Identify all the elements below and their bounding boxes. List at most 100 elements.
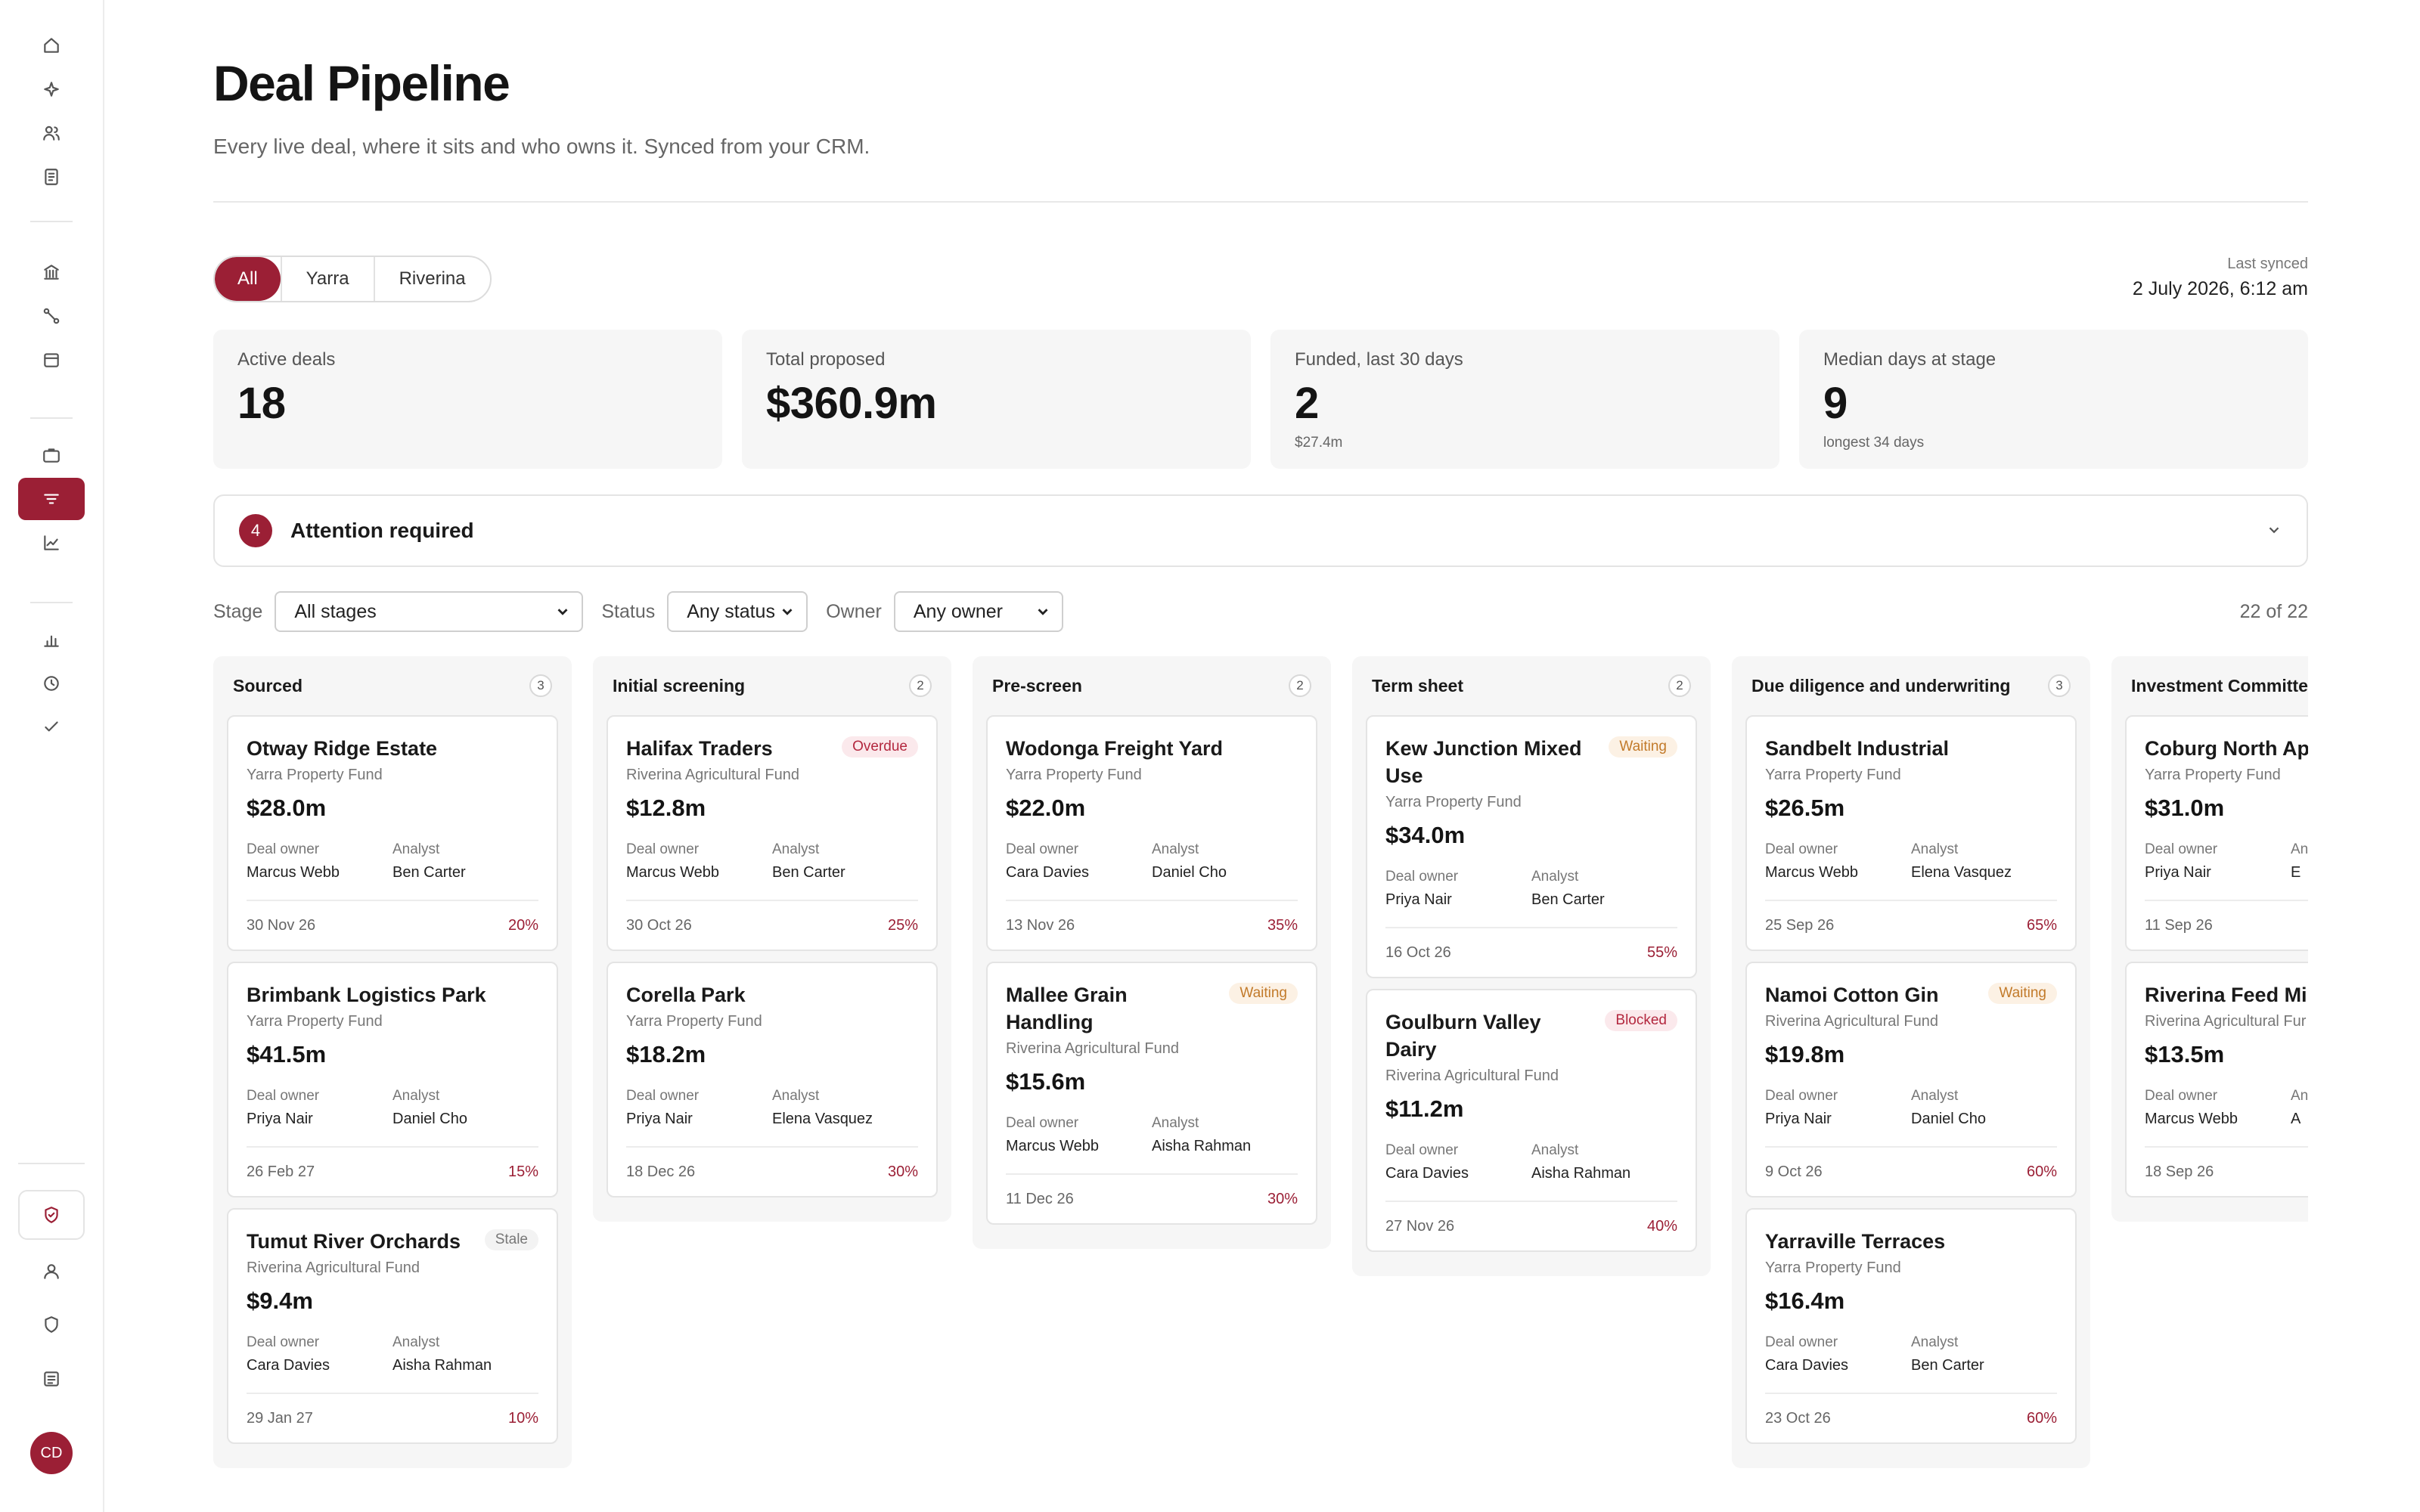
kpi-funded-30-days: Funded, last 30 days 2 $27.4m	[1270, 330, 1779, 469]
line-chart-icon[interactable]	[18, 522, 85, 564]
deal-owner-label: Deal owner	[1385, 869, 1459, 885]
kpi-value: 9	[1823, 379, 1848, 428]
home-icon[interactable]	[18, 24, 85, 67]
deal-owner-label: Deal owner	[1765, 841, 1838, 857]
analyst-label: Analyst	[2291, 1088, 2308, 1104]
user-icon[interactable]	[18, 1250, 85, 1293]
card-header: Otway Ridge Estate	[247, 735, 538, 762]
analyst: Analyst E	[2291, 841, 2308, 881]
fund-name: Yarra Property Fund	[247, 1013, 383, 1030]
card-people: Deal owner Marcus Webb Analyst Aisha Rah…	[1006, 1115, 1298, 1155]
briefcase-icon[interactable]	[18, 434, 85, 476]
close-date: 11 Dec 26	[1006, 1190, 1074, 1207]
sparkle-icon[interactable]	[18, 68, 85, 110]
card-footer: 16 Oct 26 55%	[1385, 927, 1677, 977]
analyst-label: Analyst	[1911, 1334, 1959, 1350]
card-footer: 26 Feb 27 15%	[247, 1146, 538, 1196]
card-people: Deal owner Cara Davies Analyst Aisha Rah…	[1385, 1142, 1677, 1182]
owner-filter-label: Owner	[826, 600, 882, 622]
deal-card[interactable]: Yarraville Terraces Yarra Property Fund …	[1745, 1208, 2077, 1444]
chevron-down-icon	[1038, 609, 1048, 615]
deal-owner-name: Priya Nair	[1765, 1111, 1832, 1127]
stage-select[interactable]: All stages	[275, 591, 584, 632]
analyst-label: Analyst	[772, 841, 820, 857]
attention-required-panel[interactable]: 4 Attention required	[213, 494, 2308, 567]
deal-card[interactable]: Corella Park Yarra Property Fund $18.2m …	[607, 962, 938, 1198]
deal-owner-name: Priya Nair	[1385, 891, 1452, 908]
deal-owner: Deal owner Marcus Webb	[1006, 1115, 1152, 1155]
deal-name: Goulburn Valley Dairy	[1385, 1011, 1541, 1061]
deal-card[interactable]: Coburg North Apa Yarra Property Fund $31…	[2125, 715, 2308, 951]
analyst-name: Ben Carter	[1911, 1357, 1984, 1374]
fund-name: Riverina Agricultural Fund	[626, 767, 799, 783]
card-footer: 27 Nov 26 40%	[1385, 1201, 1677, 1250]
deal-card[interactable]: Mallee Grain Handling Waiting Riverina A…	[986, 962, 1317, 1225]
deal-card[interactable]: Otway Ridge Estate Yarra Property Fund $…	[227, 715, 558, 951]
analyst-name: A	[2291, 1111, 2301, 1127]
check-icon[interactable]	[18, 706, 85, 748]
probability: 40%	[1646, 1217, 1677, 1235]
avatar[interactable]: CD	[30, 1432, 73, 1474]
column-title: Sourced	[233, 675, 303, 696]
status-select[interactable]: Any status	[667, 591, 808, 632]
column-header: Initial screening 2	[607, 656, 938, 715]
sidebar-divider	[30, 417, 73, 419]
column-header: Investment Committe	[2125, 656, 2308, 715]
document-icon[interactable]	[18, 156, 85, 198]
stage-select-value: All stages	[294, 600, 377, 622]
deal-owner-name: Priya Nair	[2145, 864, 2211, 881]
deal-card[interactable]: Halifax Traders Overdue Riverina Agricul…	[607, 715, 938, 951]
clock-icon[interactable]	[18, 662, 85, 705]
status-select-value: Any status	[687, 600, 775, 622]
deal-card[interactable]: Goulburn Valley Dairy Blocked Riverina A…	[1366, 989, 1697, 1252]
pipeline-column: Investment Committe Coburg North Apa Yar…	[2111, 656, 2308, 1222]
users-icon[interactable]	[18, 112, 85, 154]
card-header: Yarraville Terraces	[1765, 1228, 2057, 1255]
deal-amount: $9.4m	[247, 1287, 313, 1314]
deal-owner-name: Priya Nair	[626, 1111, 693, 1127]
fund-name: Yarra Property Fund	[247, 767, 383, 783]
fund-name: Yarra Property Fund	[626, 1013, 762, 1030]
analyst-name: Ben Carter	[772, 864, 845, 881]
status-badge: Overdue	[842, 736, 918, 758]
deal-card[interactable]: Wodonga Freight Yard Yarra Property Fund…	[986, 715, 1317, 951]
deal-owner-name: Priya Nair	[247, 1111, 313, 1127]
deal-card[interactable]: Riverina Feed Mill Riverina Agricultural…	[2125, 962, 2308, 1198]
deal-owner: Deal owner Priya Nair	[247, 1088, 392, 1128]
bank-icon[interactable]	[18, 251, 85, 293]
analyst-label: Analyst	[1152, 1115, 1199, 1131]
pipeline-filter-icon[interactable]	[18, 478, 85, 520]
calendar-icon[interactable]	[18, 339, 85, 381]
deal-name: Yarraville Terraces	[1765, 1230, 1946, 1253]
shield-check-icon[interactable]	[18, 1190, 85, 1240]
deal-card[interactable]: Brimbank Logistics Park Yarra Property F…	[227, 962, 558, 1198]
chevron-down-icon[interactable]	[2266, 522, 2282, 538]
pipeline-column: Initial screening 2 Halifax Traders Overd…	[593, 656, 951, 1222]
probability: 25%	[887, 916, 918, 934]
card-people: Deal owner Marcus Webb Analyst Ben Carte…	[626, 841, 918, 881]
tab-all[interactable]: All	[215, 257, 281, 301]
card-header: Mallee Grain Handling Waiting	[1006, 981, 1298, 1036]
deal-card[interactable]: Kew Junction Mixed Use Waiting Yarra Pro…	[1366, 715, 1697, 978]
deal-card[interactable]: Tumut River Orchards Stale Riverina Agri…	[227, 1208, 558, 1444]
analyst: Analyst Elena Vasquez	[772, 1088, 918, 1128]
analyst-name: Aisha Rahman	[392, 1357, 492, 1374]
deal-card[interactable]: Namoi Cotton Gin Waiting Riverina Agricu…	[1745, 962, 2077, 1198]
bar-chart-icon[interactable]	[18, 618, 85, 661]
shield-icon[interactable]	[18, 1303, 85, 1346]
deal-card[interactable]: Sandbelt Industrial Yarra Property Fund …	[1745, 715, 2077, 951]
owner-select[interactable]: Any owner	[893, 591, 1063, 632]
sidebar-divider	[30, 221, 73, 222]
column-title: Investment Committe	[2131, 675, 2308, 696]
notes-icon[interactable]	[18, 1358, 85, 1400]
deal-owner-name: Marcus Webb	[2145, 1111, 2238, 1127]
deal-owner-name: Cara Davies	[247, 1357, 330, 1374]
route-icon[interactable]	[18, 295, 85, 337]
analyst-name: Daniel Cho	[1152, 864, 1227, 881]
tab-riverina[interactable]: Riverina	[373, 257, 490, 301]
deal-owner-name: Marcus Webb	[626, 864, 720, 881]
card-footer: 29 Jan 27 10%	[247, 1393, 538, 1442]
analyst-name: Aisha Rahman	[1531, 1165, 1631, 1182]
tab-yarra[interactable]: Yarra	[280, 257, 374, 301]
deal-amount: $11.2m	[1385, 1095, 1464, 1122]
